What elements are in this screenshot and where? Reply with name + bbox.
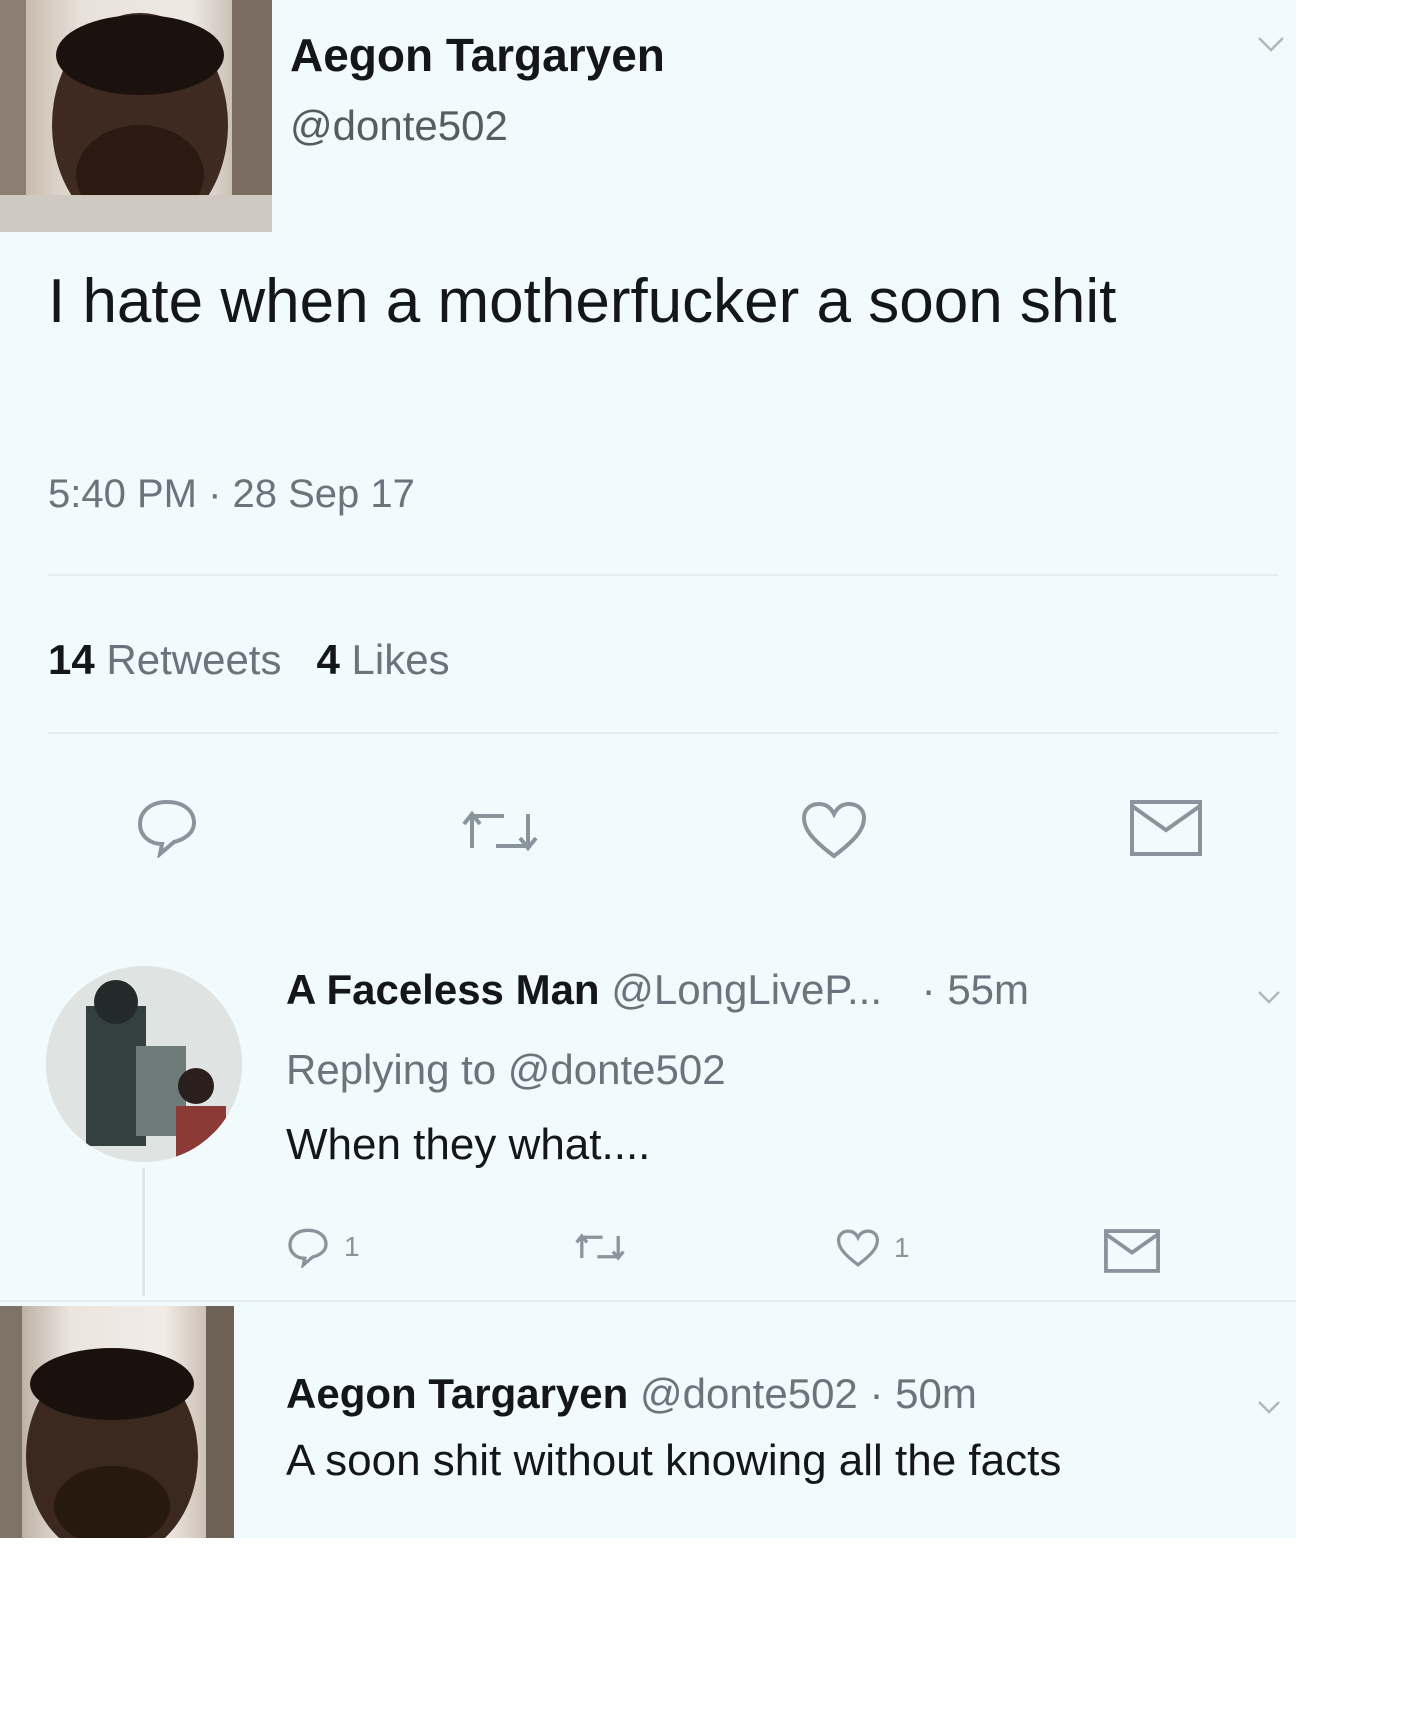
like-icon: [836, 1229, 880, 1267]
reply2-text: A soon shit without knowing all the fact…: [286, 1436, 1062, 1485]
tweet-thread-screen: Aegon Targaryen @donte502 I hate when a …: [0, 0, 1296, 1722]
retweet-icon: [575, 1233, 625, 1261]
retweet-icon: [462, 810, 538, 852]
author-handle[interactable]: @donte502: [290, 102, 508, 150]
divider: [48, 574, 1278, 576]
divider: [48, 732, 1278, 734]
reply-reply-button[interactable]: 1: [286, 1226, 360, 1268]
reply-like-button[interactable]: 1: [836, 1228, 910, 1268]
replying-handle[interactable]: @donte502: [508, 1046, 726, 1093]
reply-author-avatar[interactable]: [46, 966, 242, 1162]
reply2-author-name[interactable]: Aegon Targaryen: [286, 1370, 628, 1417]
message-button[interactable]: [1128, 798, 1204, 858]
reply2-author-avatar[interactable]: [0, 1306, 234, 1542]
message-icon: [1130, 800, 1202, 856]
author-avatar[interactable]: [0, 0, 272, 232]
replying-to: Replying to @donte502: [286, 1046, 726, 1094]
thread-connector: [142, 1168, 145, 1296]
reply2-time[interactable]: · 50m: [869, 1370, 976, 1417]
retweet-count: 14: [48, 636, 95, 683]
author-name[interactable]: Aegon Targaryen: [290, 28, 665, 82]
retweet-button[interactable]: [460, 806, 540, 856]
like-label: Likes: [351, 636, 450, 683]
like-count-link[interactable]: 4 Likes: [316, 636, 449, 683]
reply2-header: Aegon Targaryen @donte502 · 50m: [286, 1370, 977, 1418]
reply-button[interactable]: [134, 796, 200, 858]
replying-label: Replying to: [286, 1046, 497, 1093]
reply-header: A Faceless Man @LongLiveP... · 55m: [286, 966, 1029, 1014]
avatar-photo: [0, 0, 272, 232]
chevron-down-icon[interactable]: [1256, 980, 1282, 1014]
reply-reply-count: 1: [344, 1231, 360, 1262]
divider: [0, 1300, 1296, 1302]
reply-message-button[interactable]: [1102, 1228, 1162, 1279]
tweet-text: I hate when a motherfucker a soon shit: [48, 267, 1117, 336]
retweet-count-link[interactable]: 14 Retweets: [48, 636, 281, 683]
avatar-photo: [46, 966, 242, 1162]
bottom-margin: [0, 1538, 1296, 1722]
reply-author-name[interactable]: A Faceless Man: [286, 966, 600, 1013]
chevron-down-icon[interactable]: [1256, 28, 1286, 62]
like-icon: [801, 801, 867, 859]
tweet-timestamp[interactable]: 5:40 PM · 28 Sep 17: [48, 472, 415, 517]
reply2-author-handle[interactable]: @donte502: [640, 1370, 858, 1417]
like-count: 4: [316, 636, 340, 683]
reply-author-handle[interactable]: @LongLiveP...: [611, 966, 882, 1013]
engagement-counts: 14 Retweets 4 Likes: [48, 636, 450, 684]
retweet-label: Retweets: [106, 636, 282, 683]
reply-text: When they what....: [286, 1120, 651, 1169]
reply-retweet-button[interactable]: [574, 1230, 626, 1269]
avatar-photo: [0, 1306, 234, 1542]
reply-icon: [288, 1228, 328, 1268]
reply-time[interactable]: · 55m: [922, 966, 1029, 1013]
message-icon: [1104, 1229, 1160, 1273]
like-button[interactable]: [800, 800, 868, 860]
reply-icon: [137, 799, 197, 858]
chevron-down-icon[interactable]: [1256, 1390, 1282, 1424]
reply-like-count: 1: [894, 1232, 910, 1263]
